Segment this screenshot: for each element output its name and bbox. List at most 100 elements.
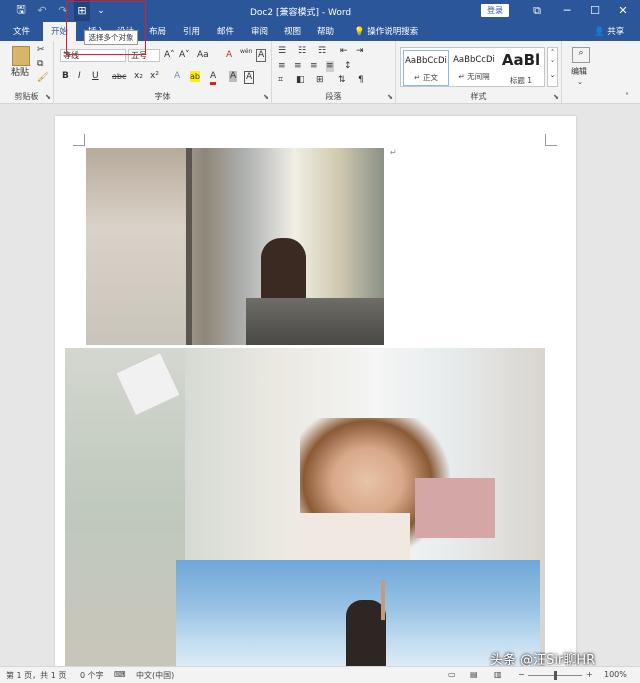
web-layout-icon[interactable]: ▥ (494, 670, 502, 679)
bold-button[interactable]: B (62, 71, 69, 82)
paste-label[interactable]: 粘贴 (11, 68, 29, 79)
paste-icon[interactable] (12, 46, 30, 66)
style-heading-1-name: 标题 1 (509, 76, 533, 85)
zoom-level[interactable]: 100% (604, 670, 627, 679)
tell-me-label: 操作说明搜索 (367, 27, 419, 37)
photo-top (290, 513, 410, 563)
style-no-spacing[interactable]: AaBbCcDi ↵ 无间隔 (451, 50, 497, 86)
multilevel-list-icon[interactable]: ☶ (318, 46, 326, 57)
font-color-icon[interactable]: A (210, 71, 217, 85)
styles-group-label: 样式 (470, 92, 487, 101)
character-shading-icon[interactable]: A (229, 71, 238, 82)
shrink-font-icon[interactable]: A˅ (179, 50, 190, 61)
style-normal[interactable]: AaBbCcDi ↵ 正文 (403, 50, 449, 86)
style-heading-1-sample: AaBl (501, 51, 541, 69)
increase-indent-icon[interactable]: ⇥ (356, 46, 364, 57)
justify-icon[interactable]: ≡ (326, 61, 334, 72)
format-painter-icon[interactable]: 🖌 (37, 73, 48, 84)
zoom-out-icon[interactable]: − (518, 670, 525, 679)
ribbon-display-options-icon[interactable]: ⧉ (524, 0, 550, 21)
zoom-thumb[interactable] (554, 671, 557, 680)
line-spacing-icon[interactable]: ↕ (344, 61, 352, 72)
phonetic-guide-icon[interactable]: wén (240, 46, 252, 57)
maximize-icon[interactable]: ☐ (582, 0, 608, 21)
align-left-icon[interactable]: ≡ (278, 61, 286, 72)
photo-graffiti-wall (86, 148, 186, 345)
sort-icon[interactable]: ⇅ (338, 75, 346, 86)
style-normal-sample: AaBbCcDi (405, 56, 447, 66)
tell-me-search[interactable]: 💡 操作说明搜索 (354, 25, 418, 37)
styles-launcher-icon[interactable]: ⬊ (553, 93, 559, 101)
grow-font-icon[interactable]: A˄ (164, 50, 175, 61)
tab-file[interactable]: 文件 (13, 25, 30, 37)
photo-raised-arm (381, 580, 385, 620)
style-normal-name: ↵ 正文 (414, 73, 438, 82)
decrease-indent-icon[interactable]: ⇤ (340, 46, 348, 57)
tab-layout[interactable]: 布局 (149, 25, 166, 37)
highlight-frame (66, 1, 146, 55)
clipboard-launcher-icon[interactable]: ⬊ (45, 93, 51, 101)
login-button[interactable]: 登录 (481, 4, 509, 17)
editing-dropdown-icon[interactable]: ⌄ (577, 77, 583, 88)
chinese-layout-icon[interactable]: ⌗ (278, 75, 283, 86)
highlight-icon[interactable]: ab (190, 71, 200, 82)
align-center-icon[interactable]: ≡ (294, 61, 302, 72)
style-heading-1[interactable]: AaBl 标题 1 (498, 50, 544, 86)
print-layout-icon[interactable]: ▤ (470, 670, 478, 679)
styles-gallery: AaBbCcDi ↵ 正文 AaBbCcDi ↵ 无间隔 AaBl 标题 1 (400, 47, 545, 87)
enclose-characters-icon[interactable]: A (256, 49, 267, 62)
undo-icon[interactable]: ↶ (34, 0, 50, 21)
editing-group: ⌕ 编辑 ⌄ (562, 41, 602, 104)
status-bar: 第 1 页，共 1 页 0 个字 ⌨ 中文(中国) ▭ ▤ ▥ − + 100% (0, 666, 640, 683)
borders-icon[interactable]: ⊞ (316, 75, 324, 86)
read-mode-icon[interactable]: ▭ (448, 670, 456, 679)
show-marks-icon[interactable]: ¶ (358, 75, 364, 86)
editing-label[interactable]: 编辑 (571, 66, 587, 77)
text-effects-icon[interactable]: A (174, 71, 180, 82)
close-icon[interactable]: ✕ (610, 0, 636, 21)
paragraph-launcher-icon[interactable]: ⬊ (387, 93, 393, 101)
save-icon[interactable]: 🖫 (12, 0, 30, 21)
clear-formatting-icon[interactable]: A (226, 50, 232, 61)
shading-icon[interactable]: ◧ (296, 75, 305, 86)
subscript-button[interactable]: x₂ (134, 71, 143, 82)
share-button[interactable]: 👤 共享 (594, 25, 624, 37)
numbering-icon[interactable]: ☷ (298, 46, 306, 57)
tab-references[interactable]: 引用 (183, 25, 200, 37)
photo-road (246, 298, 384, 345)
tab-mailings[interactable]: 邮件 (217, 25, 234, 37)
superscript-button[interactable]: x² (150, 71, 159, 82)
tab-review[interactable]: 审阅 (251, 25, 268, 37)
photo-posing-figure (346, 600, 386, 666)
strikethrough-button[interactable]: abc (112, 71, 126, 82)
find-icon[interactable]: ⌕ (572, 47, 590, 63)
bullets-icon[interactable]: ☰ (278, 46, 286, 57)
character-border-icon[interactable]: A (244, 71, 255, 84)
tab-view[interactable]: 视图 (284, 25, 301, 37)
styles-scroll-icon[interactable]: ˄ ˅ ⌄ (547, 47, 558, 87)
page-count[interactable]: 第 1 页，共 1 页 (6, 670, 66, 681)
select-objects-tooltip: 选择多个对象 (84, 30, 138, 45)
align-right-icon[interactable]: ≡ (310, 61, 318, 72)
collapse-ribbon-icon[interactable]: ˄ (625, 91, 629, 102)
photo-sky-pose[interactable] (176, 560, 540, 666)
crop-mark-top-left (73, 134, 85, 146)
crop-mark-top-right (545, 134, 557, 146)
underline-button[interactable]: U (92, 71, 99, 82)
change-case-icon[interactable]: Aa (197, 50, 209, 61)
minimize-icon[interactable]: ─ (554, 0, 580, 21)
cut-icon[interactable]: ✂ (37, 45, 45, 56)
language-indicator[interactable]: 中文(中国) (136, 670, 174, 681)
proofing-icon[interactable]: ⌨ (114, 670, 126, 679)
font-launcher-icon[interactable]: ⬊ (263, 93, 269, 101)
paragraph-mark: ↵ (390, 148, 397, 157)
copy-icon[interactable]: ⧉ (37, 59, 43, 70)
italic-button[interactable]: I (78, 71, 81, 82)
tab-help[interactable]: 帮助 (317, 25, 334, 37)
share-label: 共享 (607, 27, 625, 37)
word-count[interactable]: 0 个字 (80, 670, 104, 681)
photo-street-selfie[interactable] (86, 148, 384, 345)
zoom-in-icon[interactable]: + (586, 670, 593, 679)
clipboard-group: 粘贴 ✂ ⧉ 🖌 剪贴板 ⬊ (0, 41, 54, 104)
person-icon: 👤 (594, 27, 605, 37)
